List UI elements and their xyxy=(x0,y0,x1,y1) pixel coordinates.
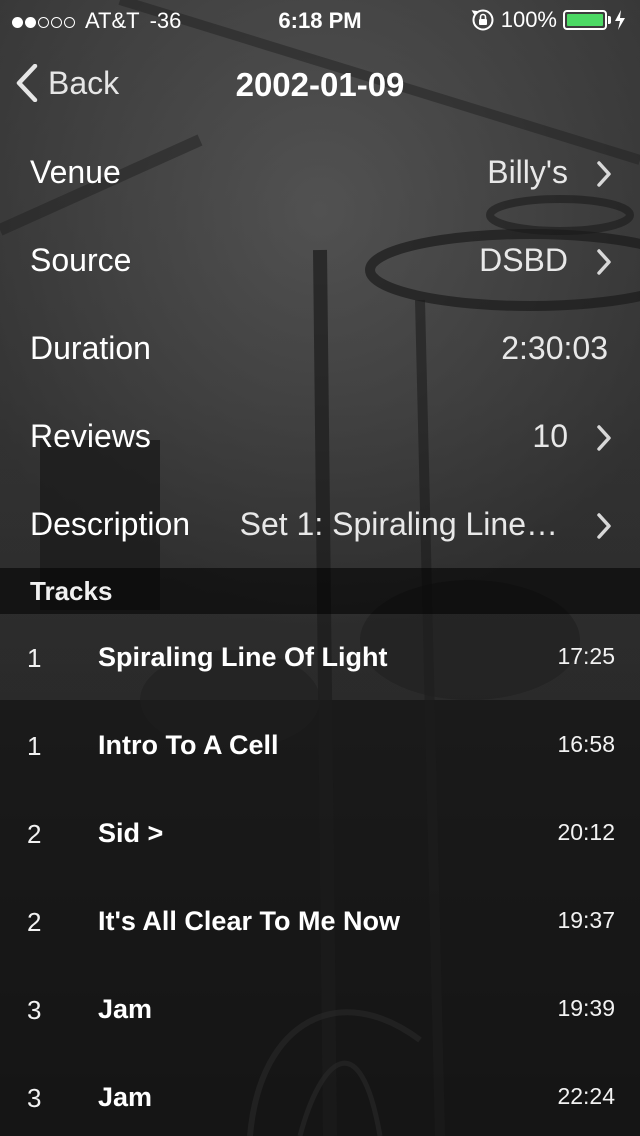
track-row[interactable]: 3 Jam 22:24 xyxy=(0,1054,640,1136)
detail-row-description[interactable]: Description Set 1: Spiraling Line… xyxy=(0,480,640,568)
track-row[interactable]: 2 Sid > 20:12 xyxy=(0,790,640,878)
track-duration: 19:39 xyxy=(557,995,615,1021)
chevron-right-icon xyxy=(597,161,611,187)
status-bar: AT&T -36 6:18 PM 100% xyxy=(0,0,640,40)
detail-value: 10 xyxy=(532,418,568,454)
track-duration: 17:25 xyxy=(557,643,615,669)
detail-label: Source xyxy=(30,242,132,278)
track-title: Jam xyxy=(98,1082,153,1112)
track-row[interactable]: 3 Jam 19:39 xyxy=(0,966,640,1054)
track-duration: 16:58 xyxy=(557,731,615,757)
track-set-number: 1 xyxy=(27,731,42,761)
track-row[interactable]: 1 Spiraling Line Of Light 17:25 xyxy=(0,614,640,702)
detail-value: Billy's xyxy=(487,154,568,190)
detail-row-reviews[interactable]: Reviews 10 xyxy=(0,392,640,480)
chevron-right-icon xyxy=(597,249,611,275)
track-title: It's All Clear To Me Now xyxy=(98,906,400,936)
detail-label: Reviews xyxy=(30,418,151,454)
track-duration: 20:12 xyxy=(557,819,615,845)
track-set-number: 2 xyxy=(27,819,42,849)
detail-value: Set 1: Spiraling Line… xyxy=(239,506,558,542)
track-duration: 22:24 xyxy=(557,1083,615,1109)
detail-row-duration: Duration 2:30:03 xyxy=(0,304,640,392)
detail-value: 2:30:03 xyxy=(501,330,608,366)
detail-label: Duration xyxy=(30,330,151,366)
battery-icon xyxy=(563,10,607,30)
tracks-section-header: Tracks xyxy=(0,568,640,614)
detail-label: Venue xyxy=(30,154,121,190)
chevron-right-icon xyxy=(597,425,611,451)
track-title: Sid > xyxy=(98,818,164,848)
rotation-lock-icon xyxy=(471,9,494,31)
page-title: 2002-01-09 xyxy=(235,66,405,103)
detail-row-source[interactable]: Source DSBD xyxy=(0,216,640,304)
track-set-number: 2 xyxy=(27,907,42,937)
battery-level-fill xyxy=(567,14,603,26)
track-duration: 19:37 xyxy=(557,907,615,933)
track-title: Jam xyxy=(98,994,153,1024)
navigation-bar: Back 2002-01-09 xyxy=(0,40,640,128)
track-row[interactable]: 1 Intro To A Cell 16:58 xyxy=(0,702,640,790)
show-detail-screen: AT&T -36 6:18 PM 100% Back 2002-01-09 Ve… xyxy=(0,0,640,1136)
charging-bolt-icon xyxy=(615,10,625,30)
status-right: 100% xyxy=(471,7,626,33)
chevron-right-icon xyxy=(597,513,611,539)
track-row[interactable]: 2 It's All Clear To Me Now 19:37 xyxy=(0,878,640,966)
battery-percentage: 100% xyxy=(500,7,557,32)
section-header-label: Tracks xyxy=(30,576,113,606)
track-set-number: 3 xyxy=(27,1083,42,1113)
detail-row-venue[interactable]: Venue Billy's xyxy=(0,128,640,216)
track-title: Intro To A Cell xyxy=(98,730,279,760)
track-title: Spiraling Line Of Light xyxy=(98,642,388,672)
track-set-number: 3 xyxy=(27,995,42,1025)
detail-value: DSBD xyxy=(479,242,568,278)
battery-tip xyxy=(608,16,611,24)
detail-label: Description xyxy=(30,506,191,542)
track-set-number: 1 xyxy=(27,643,42,673)
